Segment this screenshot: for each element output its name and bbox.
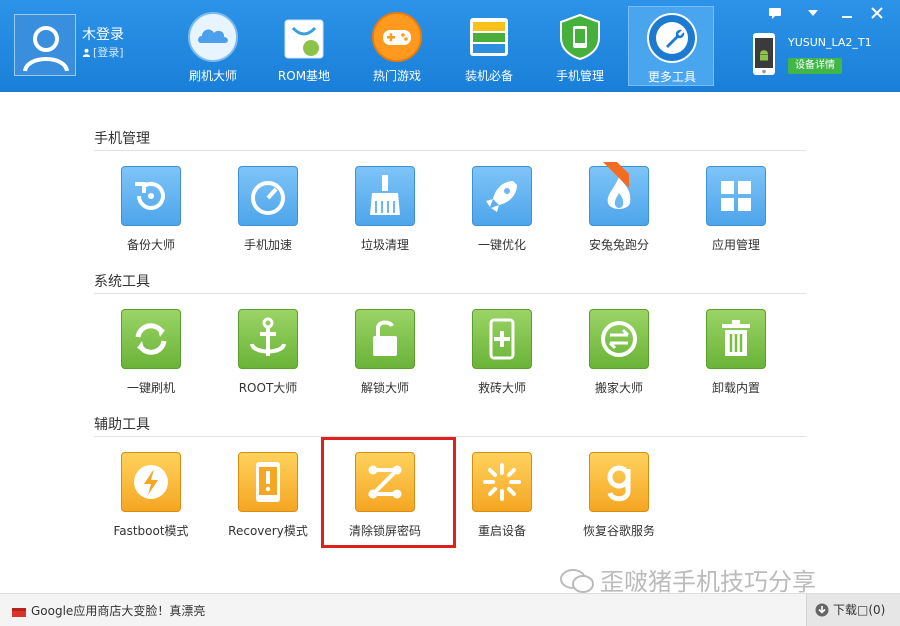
- backup-icon: [121, 166, 181, 226]
- phone-device-icon: [753, 33, 775, 75]
- tool-restore-google-services[interactable]: 恢复谷歌服务: [569, 452, 669, 548]
- broom-icon: [355, 166, 415, 226]
- section-title-system-tools: 系统工具: [94, 274, 150, 290]
- section-divider: [94, 293, 806, 294]
- tool-root-master[interactable]: ROOT大师: [218, 309, 318, 405]
- tool-speedup[interactable]: 手机加速: [218, 166, 318, 262]
- download-label[interactable]: 下载□(0): [833, 603, 885, 617]
- device-name: YUSUN_LA2_T1: [788, 36, 872, 49]
- tool-label: 应用管理: [711, 238, 760, 252]
- transfer-icon: [589, 309, 649, 369]
- nav-flash-master[interactable]: 刷机大师: [170, 6, 256, 86]
- download-button[interactable]: 下载□(0): [806, 594, 900, 626]
- tool-unlock-master[interactable]: 解锁大师: [335, 309, 435, 405]
- tool-label: 救砖大师: [477, 381, 526, 395]
- tool-label: Fastboot模式: [113, 524, 189, 538]
- tool-label: 备份大师: [126, 238, 175, 252]
- tool-label: 搬家大师: [594, 381, 643, 395]
- section-title-aux-tools: 辅助工具: [94, 417, 150, 433]
- nav-phone-manage[interactable]: 手机管理: [537, 6, 623, 86]
- tool-label: ROOT大师: [238, 381, 298, 395]
- person-icon: [82, 48, 91, 57]
- anchor-icon: [238, 309, 298, 369]
- wechat-icon: [560, 569, 594, 593]
- tool-fastboot-mode[interactable]: Fastboot模式: [101, 452, 201, 548]
- device-detail-button[interactable]: 设备详情: [788, 58, 842, 74]
- news-ticker[interactable]: Google应用商店大变脸！真漂亮: [12, 602, 205, 619]
- login-link[interactable]: [登录]: [93, 46, 124, 59]
- phone-alert-icon: [238, 452, 298, 512]
- tool-recovery-mode[interactable]: Recovery模式: [218, 452, 318, 548]
- nav-hot-games[interactable]: 热门游戏: [354, 6, 440, 86]
- close-icon[interactable]: [868, 6, 886, 20]
- status-bar: Google应用商店大变脸！真漂亮 下载□(0): [0, 593, 900, 626]
- tool-label: 安兔兔跑分: [588, 238, 649, 252]
- section-divider: [94, 150, 806, 151]
- gift-icon: [12, 608, 26, 617]
- tool-one-key-flash[interactable]: 一键刷机: [101, 309, 201, 405]
- tool-label: 垃圾清理: [360, 238, 409, 252]
- user-silhouette-icon: [23, 26, 69, 72]
- news-text[interactable]: Google应用商店大变脸！真漂亮: [31, 604, 205, 618]
- tool-backup[interactable]: 备份大师: [101, 166, 201, 262]
- apps-grid-icon: [706, 166, 766, 226]
- tool-app-manage[interactable]: 应用管理: [686, 166, 786, 262]
- tool-brick-rescue[interactable]: 救砖大师: [452, 309, 552, 405]
- unlock-icon: [355, 309, 415, 369]
- nav-label: 装机必备: [464, 69, 513, 83]
- nav-essentials[interactable]: 装机必备: [446, 6, 532, 86]
- highlight-box: [321, 437, 456, 548]
- nav-label: 热门游戏: [372, 69, 421, 83]
- phone-plus-icon: [472, 309, 532, 369]
- nav-label: 刷机大师: [188, 69, 237, 83]
- section-title-phone-manage: 手机管理: [94, 131, 150, 147]
- menu-dropdown-icon[interactable]: [804, 6, 822, 20]
- new-badge: [603, 162, 629, 188]
- tool-label: 恢复谷歌服务: [582, 524, 655, 538]
- top-toolbar: 木登录 [登录] 刷机大师 ROM基地 热门游戏 装机必备 手机管理 更多工具 …: [0, 0, 900, 92]
- tool-move-master[interactable]: 搬家大师: [569, 309, 669, 405]
- gamepad-icon: [372, 12, 422, 62]
- watermark-text: 歪啵猪手机技巧分享: [600, 568, 816, 596]
- cloud-icon: [188, 12, 238, 62]
- user-name: 木登录: [82, 27, 124, 43]
- tool-antutu[interactable]: 安兔兔跑分: [569, 162, 669, 262]
- tool-junk-clean[interactable]: 垃圾清理: [335, 166, 435, 262]
- tool-label: Recovery模式: [228, 524, 308, 538]
- nav-label: ROM基地: [277, 69, 331, 83]
- tool-label: 重启设备: [477, 524, 526, 538]
- refresh-icon: [121, 309, 181, 369]
- download-icon: [815, 603, 829, 617]
- feedback-icon[interactable]: [766, 6, 784, 20]
- tool-one-key-optimize[interactable]: 一键优化: [452, 166, 552, 262]
- nav-rom-base[interactable]: ROM基地: [261, 6, 347, 86]
- stack-icon: [470, 18, 508, 56]
- tool-label: 一键刷机: [126, 381, 175, 395]
- nav-label: 更多工具: [647, 70, 696, 84]
- tool-label: 手机加速: [243, 238, 292, 252]
- rocket-icon: [472, 166, 532, 226]
- avatar[interactable]: [14, 14, 76, 76]
- tool-label: 解锁大师: [360, 381, 409, 395]
- nav-more-tools[interactable]: 更多工具: [628, 6, 714, 86]
- minimize-icon[interactable]: [838, 6, 856, 20]
- lightning-icon: [121, 452, 181, 512]
- watermark: 歪啵猪手机技巧分享: [560, 562, 816, 597]
- login-link-wrap[interactable]: [登录]: [82, 44, 124, 60]
- phone-shield-icon: [560, 13, 600, 61]
- speedometer-icon: [238, 166, 298, 226]
- tool-uninstall-builtin[interactable]: 卸载内置: [686, 309, 786, 405]
- wrench-icon: [647, 13, 697, 63]
- rom-bag-icon: [284, 19, 324, 59]
- tool-label: 卸载内置: [711, 381, 760, 395]
- google-g-icon: [589, 452, 649, 512]
- tool-reboot-device[interactable]: 重启设备: [452, 452, 552, 548]
- trash-icon: [706, 309, 766, 369]
- loading-sun-icon: [472, 452, 532, 512]
- nav-label: 手机管理: [555, 69, 604, 83]
- tool-label: 一键优化: [477, 238, 526, 252]
